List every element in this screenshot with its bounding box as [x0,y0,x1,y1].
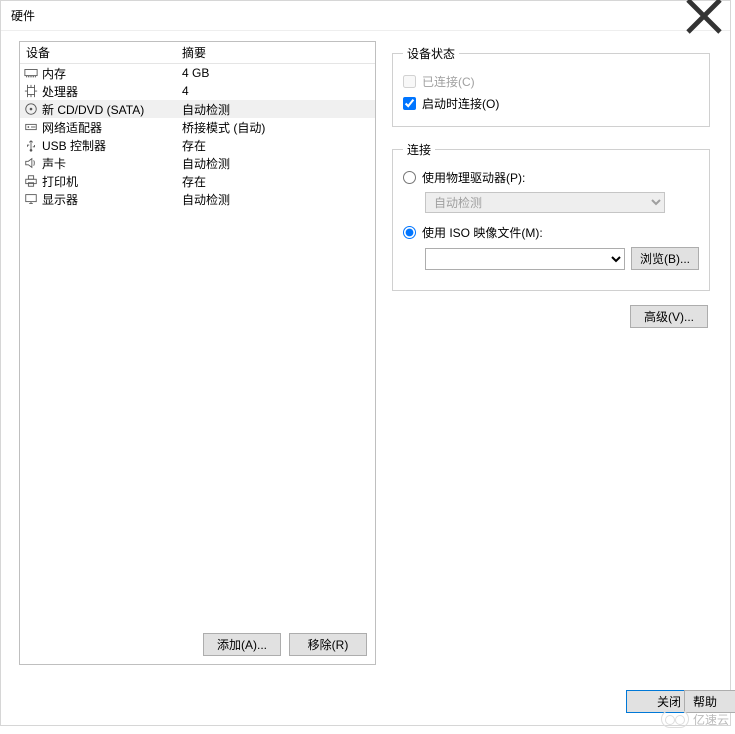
hardware-row[interactable]: 声卡 自动检测 [20,154,375,172]
column-summary-header[interactable]: 摘要 [178,44,375,61]
hardware-row[interactable]: USB 控制器 存在 [20,136,375,154]
hardware-device-name: 内存 [42,65,66,82]
hardware-dialog: 硬件 设备 摘要 内存4 GB处理器4新 CD/DVD (SATA)自动检测网络… [0,0,731,726]
connect-on-start-label: 启动时连接(O) [422,95,499,112]
hardware-device-name: 声卡 [42,155,66,172]
use-physical-row[interactable]: 使用物理驱动器(P): [403,166,699,188]
hardware-row[interactable]: 显示器 自动检测 [20,190,375,208]
hardware-device-cell: 打印机 [20,173,178,190]
printer-icon [24,174,38,188]
usb-icon [24,138,38,152]
hardware-summary-cell: 存在 [178,173,375,190]
advanced-button[interactable]: 高级(V)... [630,305,708,328]
device-status-group: 设备状态 已连接(C) 启动时连接(O) [392,45,710,127]
advanced-row: 高级(V)... [392,305,710,328]
help-button[interactable]: 帮助 [684,690,735,713]
hardware-device-name: 网络适配器 [42,119,102,136]
connection-group: 连接 使用物理驱动器(P): 自动检测 使用 ISO 映像文件(M): [392,141,710,291]
sound-icon [24,156,38,170]
hardware-device-name: 处理器 [42,83,78,100]
hardware-row[interactable]: 新 CD/DVD (SATA) 自动检测 [20,100,375,118]
hardware-device-cell: 内存 [20,65,178,82]
hardware-row[interactable]: 内存 4 GB [20,64,375,82]
display-icon [24,192,38,206]
connection-legend: 连接 [403,141,435,158]
use-iso-label: 使用 ISO 映像文件(M): [422,224,543,241]
hardware-summary-cell: 自动检测 [178,191,375,208]
hardware-device-cell: 声卡 [20,155,178,172]
hardware-device-name: USB 控制器 [42,137,106,154]
hardware-device-cell: 显示器 [20,191,178,208]
hardware-list-header: 设备 摘要 [20,42,375,64]
hardware-summary-cell: 自动检测 [178,155,375,172]
connected-row: 已连接(C) [403,70,699,92]
hardware-summary-cell: 自动检测 [178,101,375,118]
physical-drive-sub: 自动检测 [425,192,699,213]
hardware-summary-cell: 4 GB [178,66,375,80]
hardware-device-name: 新 CD/DVD (SATA) [42,101,144,118]
settings-panel: 设备状态 已连接(C) 启动时连接(O) 连接 使用物理驱动器(P): [386,41,712,665]
hardware-device-cell: 新 CD/DVD (SATA) [20,101,178,118]
use-physical-radio[interactable] [403,171,416,184]
remove-button[interactable]: 移除(R) [289,633,367,656]
iso-file-select[interactable] [425,248,625,270]
iso-file-sub: 浏览(B)... [425,247,699,270]
browse-button[interactable]: 浏览(B)... [631,247,699,270]
disc-icon [24,102,38,116]
hardware-row[interactable]: 打印机 存在 [20,172,375,190]
hardware-summary-cell: 存在 [178,137,375,154]
hardware-row[interactable]: 处理器 4 [20,82,375,100]
device-status-legend: 设备状态 [403,45,459,62]
hardware-device-name: 显示器 [42,191,78,208]
add-button[interactable]: 添加(A)... [203,633,281,656]
hardware-device-name: 打印机 [42,173,78,190]
column-device-header[interactable]: 设备 [20,44,178,61]
hardware-list-panel: 设备 摘要 内存4 GB处理器4新 CD/DVD (SATA)自动检测网络适配器… [19,41,376,665]
close-icon[interactable] [684,4,724,28]
hardware-device-cell: 网络适配器 [20,119,178,136]
hardware-summary-cell: 4 [178,84,375,98]
use-iso-row[interactable]: 使用 ISO 映像文件(M): [403,221,699,243]
use-iso-radio[interactable] [403,226,416,239]
connected-checkbox [403,75,416,88]
connect-on-start-row[interactable]: 启动时连接(O) [403,92,699,114]
hardware-list[interactable]: 内存4 GB处理器4新 CD/DVD (SATA)自动检测网络适配器桥接模式 (… [20,64,375,664]
use-physical-label: 使用物理驱动器(P): [422,169,525,186]
cpu-icon [24,84,38,98]
dialog-title: 硬件 [11,7,35,24]
memory-icon [24,66,38,80]
connect-on-start-checkbox[interactable] [403,97,416,110]
hardware-device-cell: USB 控制器 [20,137,178,154]
titlebar: 硬件 [1,1,730,31]
hardware-device-cell: 处理器 [20,83,178,100]
hardware-summary-cell: 桥接模式 (自动) [178,119,375,136]
network-icon [24,120,38,134]
hardware-list-buttons: 添加(A)... 移除(R) [203,633,367,656]
connected-label: 已连接(C) [422,73,475,90]
dialog-body: 设备 摘要 内存4 GB处理器4新 CD/DVD (SATA)自动检测网络适配器… [19,41,712,665]
physical-drive-select: 自动检测 [425,192,665,213]
hardware-row[interactable]: 网络适配器 桥接模式 (自动) [20,118,375,136]
